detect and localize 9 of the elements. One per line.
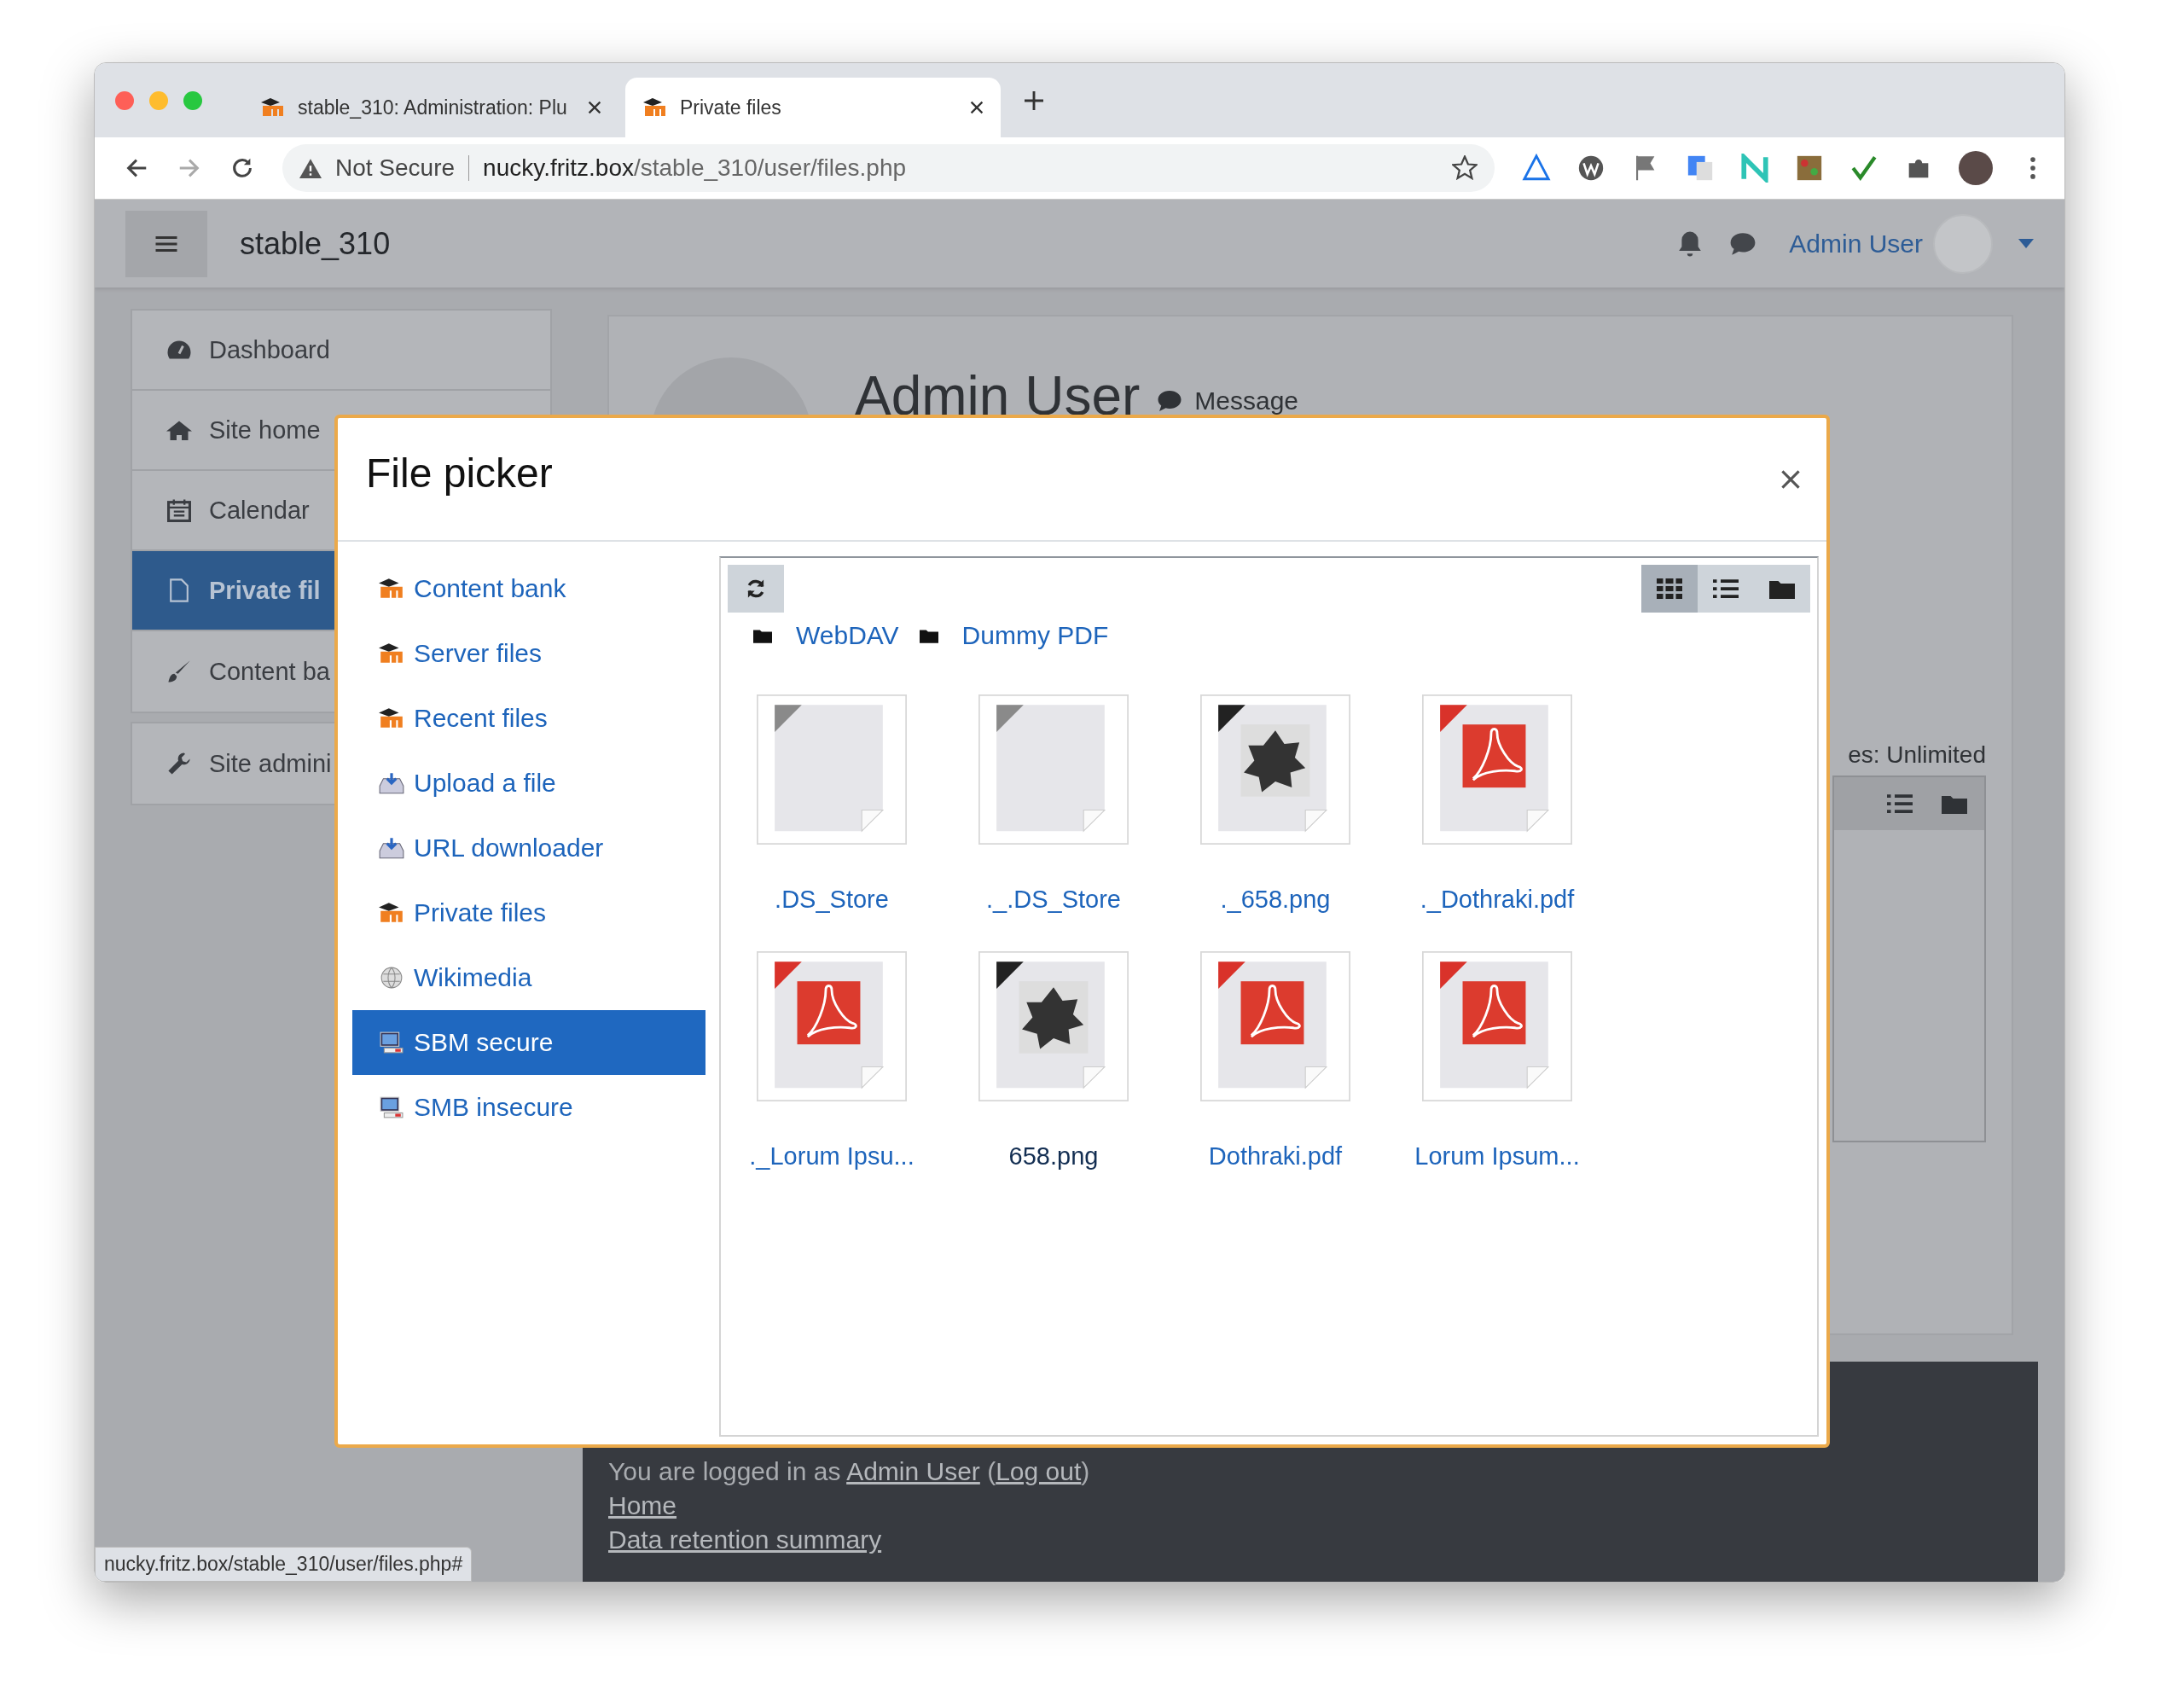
url-text: nucky.fritz.box/stable_310/user/files.php — [483, 154, 908, 182]
tab-title: Private files — [680, 96, 782, 119]
tab-title: stable_310: Administration: Plu — [298, 96, 568, 119]
security-label: Not Secure — [335, 154, 456, 182]
profile-name: Admin User — [855, 364, 1141, 427]
status-url-tooltip: nucky.fritz.box/stable_310/user/files.php# — [95, 1547, 473, 1582]
quota-text: es: Unlimited — [1848, 741, 1986, 769]
login-status-text: You are logged in as Admin User (Log out) — [608, 1457, 1090, 1486]
dialog-title: File picker — [366, 450, 554, 497]
